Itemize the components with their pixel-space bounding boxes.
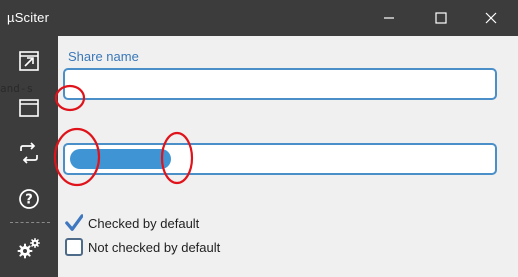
close-icon [485, 12, 497, 24]
maximize-button[interactable] [418, 0, 464, 36]
share-name-label: Share name [68, 49, 139, 64]
title-bar[interactable]: µSciter [0, 0, 518, 36]
app-window: µSciter ? Share name Checked by default … [0, 0, 518, 277]
checkbox-unchecked-label: Not checked by default [88, 239, 221, 255]
checkbox-checked[interactable] [65, 214, 83, 232]
window-title: µSciter [7, 10, 50, 25]
sidebar-item-open[interactable] [10, 44, 48, 78]
sidebar-item-sync[interactable] [10, 136, 48, 170]
open-window-icon [19, 51, 39, 71]
checkbox-unchecked-row[interactable]: Not checked by default [65, 237, 220, 257]
sidebar-item-help[interactable]: ? [10, 182, 48, 216]
overflow-text-artifact: and-s [0, 82, 34, 95]
progress-field[interactable] [63, 143, 497, 175]
checkbox-checked-label: Checked by default [88, 215, 200, 231]
refresh-icon [20, 142, 38, 164]
share-name-input[interactable] [63, 68, 497, 100]
window-icon [19, 99, 39, 117]
checkbox-unchecked[interactable] [65, 238, 83, 256]
checkmark-icon [65, 214, 83, 231]
progress-bar-fill [70, 149, 171, 169]
sidebar-divider [10, 222, 50, 223]
close-button[interactable] [468, 0, 514, 36]
minimize-icon [384, 17, 394, 19]
sidebar: ? [0, 36, 58, 277]
checkbox-checked-row[interactable]: Checked by default [65, 213, 199, 233]
help-icon: ? [19, 189, 39, 209]
form-panel: Share name Checked by default Not checke… [58, 36, 518, 277]
sidebar-item-settings[interactable] [10, 231, 48, 265]
settings-icon [17, 238, 40, 259]
maximize-icon [435, 12, 447, 24]
svg-text:?: ? [25, 193, 33, 208]
minimize-button[interactable] [366, 0, 412, 36]
